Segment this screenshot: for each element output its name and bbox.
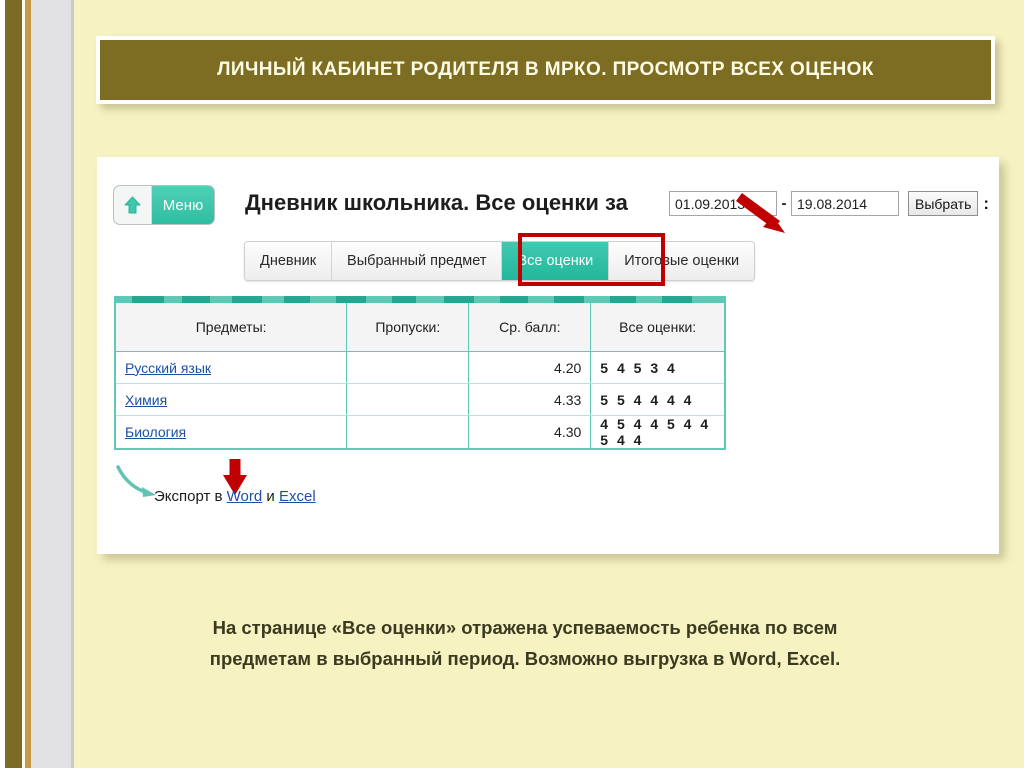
column-header-absences: Пропуски:	[346, 303, 470, 352]
export-word-link[interactable]: Word	[227, 488, 263, 505]
slide-canvas: ЛИЧНЫЙ КАБИНЕТ РОДИТЕЛЯ В МРКО. ПРОСМОТР…	[0, 0, 1024, 768]
grades-table: Предметы: Пропуски: Ср. балл: Все оценки…	[114, 303, 726, 450]
cell-subject: Биология	[115, 415, 348, 449]
table-top-accent-strip	[114, 296, 726, 303]
tab-vse-ocenki[interactable]: Все оценки	[502, 242, 610, 280]
table-row: Биология 4.30 4 5 4 4 5 4 4 5 4 4	[115, 415, 725, 449]
cell-marks: 5 4 5 3 4	[590, 351, 725, 384]
export-row: Экспорт в Word и Excel	[154, 488, 316, 505]
app-toolbar: Меню Дневник школьника. Все оценки за - …	[113, 185, 989, 233]
app-heading: Дневник школьника. Все оценки за	[245, 190, 628, 215]
column-header-all-marks: Все оценки:	[590, 303, 725, 352]
cell-subject: Химия	[115, 383, 348, 416]
column-header-subjects: Предметы:	[115, 303, 348, 352]
cell-absences	[346, 351, 470, 384]
cell-subject: Русский язык	[115, 351, 348, 384]
date-to-input[interactable]	[791, 191, 899, 216]
date-range-separator: -	[781, 195, 787, 212]
cell-marks: 5 5 4 4 4 4	[590, 383, 725, 416]
table-row: Химия 4.33 5 5 4 4 4 4	[115, 383, 725, 416]
export-conjunction-label: и	[262, 488, 279, 505]
cell-absences	[346, 383, 470, 416]
subject-link[interactable]: Русский язык	[125, 360, 211, 376]
choose-period-button[interactable]: Выбрать	[908, 191, 979, 216]
grades-table-container: Предметы: Пропуски: Ср. балл: Все оценки…	[114, 296, 726, 450]
tab-dnevnik[interactable]: Дневник	[245, 242, 333, 280]
tab-vybrannyj-predmet[interactable]: Выбранный предмет	[332, 242, 503, 280]
cell-average: 4.30	[468, 415, 592, 449]
arrow-up-icon	[114, 186, 152, 224]
heading-trailing-colon: :	[983, 194, 990, 213]
menu-button[interactable]: Меню	[113, 185, 215, 225]
caption-line-2: предметам в выбранный период. Возможно в…	[209, 648, 841, 669]
table-header-row: Предметы: Пропуски: Ср. балл: Все оценки…	[115, 303, 725, 352]
table-row: Русский язык 4.20 5 4 5 3 4	[115, 351, 725, 384]
date-range-picker: - Выбрать :	[669, 191, 989, 216]
cell-average: 4.33	[468, 383, 592, 416]
column-header-average: Ср. балл:	[468, 303, 592, 352]
date-from-input[interactable]	[669, 191, 777, 216]
tab-bar: Дневник Выбранный предмет Все оценки Ито…	[244, 241, 756, 281]
cell-marks: 4 5 4 4 5 4 4 5 4 4	[600, 416, 711, 448]
subject-link[interactable]: Химия	[125, 392, 167, 408]
slide-caption: На странице «Все оценки» отражена успева…	[120, 612, 930, 674]
cell-average: 4.20	[468, 351, 592, 384]
slide-title-bar: ЛИЧНЫЙ КАБИНЕТ РОДИТЕЛЯ В МРКО. ПРОСМОТР…	[96, 36, 995, 104]
tab-itogovye-ocenki[interactable]: Итоговые оценки	[609, 242, 755, 280]
left-edge-gray-band	[31, 0, 71, 768]
caption-line-1: На странице «Все оценки» отражена успева…	[212, 617, 838, 638]
page-title: ЛИЧНЫЙ КАБИНЕТ РОДИТЕЛЯ В МРКО. ПРОСМОТР…	[217, 59, 874, 80]
subject-link[interactable]: Биология	[125, 424, 186, 440]
menu-button-label: Меню	[162, 196, 204, 214]
export-prefix-label: Экспорт в	[154, 488, 227, 505]
app-screenshot-panel: Меню Дневник школьника. Все оценки за - …	[97, 157, 999, 554]
export-excel-link[interactable]: Excel	[279, 488, 316, 505]
left-edge-olive-stripe	[5, 0, 22, 768]
cell-absences	[346, 415, 470, 449]
